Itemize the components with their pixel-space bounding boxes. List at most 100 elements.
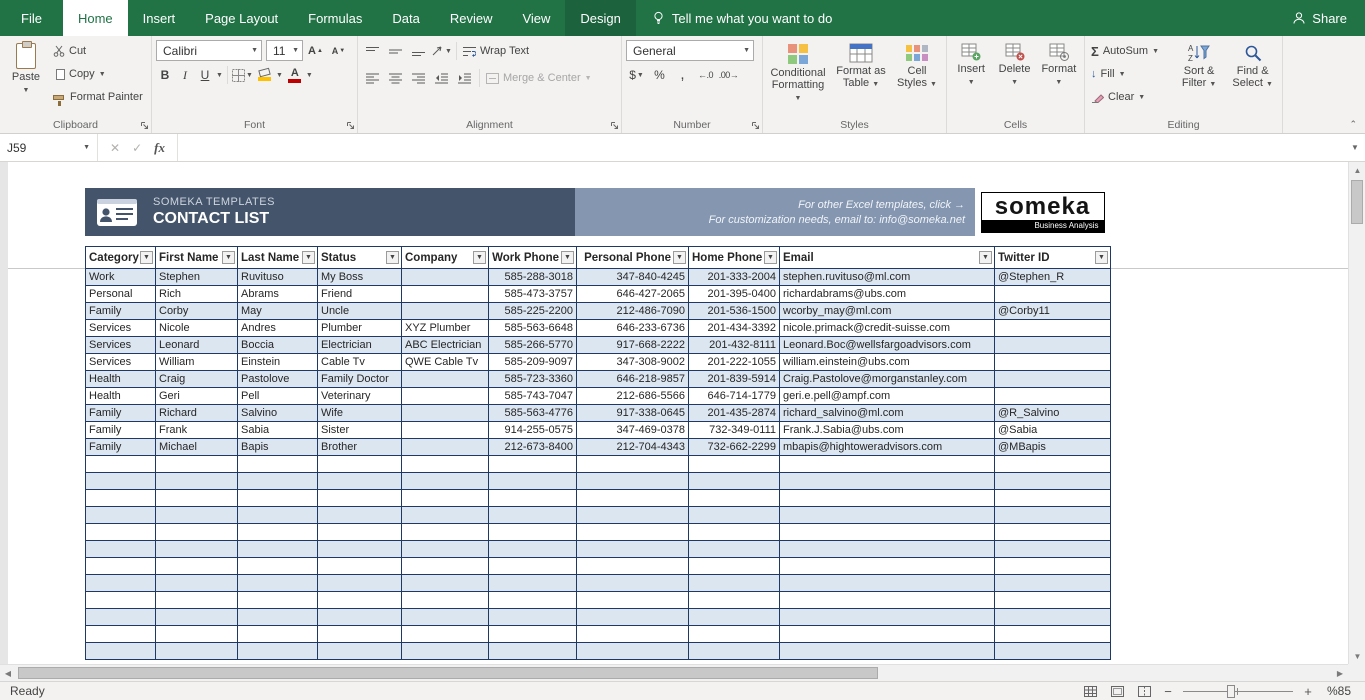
table-cell[interactable] bbox=[155, 574, 238, 592]
table-cell[interactable] bbox=[401, 387, 489, 405]
name-box-dropdown-arrow[interactable]: ▼ bbox=[83, 144, 90, 151]
table-cell[interactable] bbox=[401, 489, 489, 507]
table-cell[interactable] bbox=[688, 574, 780, 592]
scroll-left-arrow[interactable]: ◀ bbox=[0, 665, 16, 682]
table-cell[interactable]: Family bbox=[85, 421, 156, 439]
filter-button[interactable]: ▼ bbox=[222, 251, 235, 264]
conditional-formatting-button[interactable]: Conditional Formatting ▼ bbox=[767, 40, 829, 115]
table-cell[interactable]: Boccia bbox=[237, 336, 318, 354]
table-cell[interactable] bbox=[317, 489, 402, 507]
table-cell[interactable] bbox=[401, 404, 489, 422]
table-cell[interactable]: @MBapis bbox=[994, 438, 1111, 456]
table-cell[interactable] bbox=[779, 540, 995, 558]
filter-button[interactable]: ▼ bbox=[386, 251, 399, 264]
cancel-formula-button[interactable]: ✕ bbox=[110, 141, 120, 155]
accounting-format-button[interactable]: $ ▼ bbox=[626, 65, 647, 85]
table-cell[interactable] bbox=[155, 591, 238, 609]
insert-dropdown-arrow[interactable]: ▼ bbox=[968, 77, 975, 89]
table-cell[interactable] bbox=[155, 540, 238, 558]
wrap-text-button[interactable]: Wrap Text bbox=[461, 40, 531, 62]
merge-center-button[interactable]: Merge & Center ▼ bbox=[484, 67, 594, 89]
table-cell[interactable]: 212-486-7090 bbox=[576, 302, 689, 320]
increase-decimal-button[interactable]: ←.0 bbox=[695, 65, 716, 85]
tab-data[interactable]: Data bbox=[377, 0, 434, 36]
table-cell[interactable] bbox=[779, 557, 995, 575]
table-cell[interactable] bbox=[994, 574, 1111, 592]
table-cell[interactable]: Veterinary bbox=[317, 387, 402, 405]
cut-button[interactable]: Cut bbox=[51, 40, 145, 62]
table-cell[interactable] bbox=[576, 591, 689, 609]
table-cell[interactable] bbox=[85, 591, 156, 609]
table-cell[interactable] bbox=[85, 557, 156, 575]
table-cell[interactable] bbox=[488, 540, 577, 558]
filter-button[interactable]: ▼ bbox=[302, 251, 315, 264]
table-cell[interactable]: mbapis@hightoweradvisors.com bbox=[779, 438, 995, 456]
scroll-right-arrow[interactable]: ▶ bbox=[1332, 665, 1348, 682]
table-cell[interactable] bbox=[779, 489, 995, 507]
table-cell[interactable]: Cable Tv bbox=[317, 353, 402, 371]
table-cell[interactable]: william.einstein@ubs.com bbox=[779, 353, 995, 371]
table-cell[interactable] bbox=[401, 302, 489, 320]
table-cell[interactable] bbox=[994, 353, 1111, 371]
vertical-scrollbar-thumb[interactable] bbox=[1351, 180, 1363, 224]
table-cell[interactable] bbox=[576, 523, 689, 541]
table-cell[interactable] bbox=[488, 523, 577, 541]
table-cell[interactable]: @Corby11 bbox=[994, 302, 1111, 320]
table-cell[interactable]: Pell bbox=[237, 387, 318, 405]
table-cell[interactable] bbox=[237, 574, 318, 592]
bottom-align-button[interactable] bbox=[408, 41, 429, 61]
table-cell[interactable]: Family bbox=[85, 404, 156, 422]
table-cell[interactable] bbox=[155, 455, 238, 473]
fill-button[interactable]: ↓ Fill ▼ bbox=[1089, 63, 1171, 85]
table-cell[interactable] bbox=[488, 625, 577, 643]
table-cell[interactable] bbox=[401, 438, 489, 456]
table-cell[interactable] bbox=[155, 625, 238, 643]
table-cell[interactable] bbox=[401, 642, 489, 660]
table-cell[interactable]: 201-222-1055 bbox=[688, 353, 780, 371]
table-cell[interactable]: richardabrams@ubs.com bbox=[779, 285, 995, 303]
table-cell[interactable]: 585-288-3018 bbox=[488, 268, 577, 286]
borders-button[interactable]: ▼ bbox=[231, 65, 253, 85]
table-cell[interactable]: 212-704-4343 bbox=[576, 438, 689, 456]
page-layout-view-button[interactable] bbox=[1108, 683, 1126, 699]
table-cell[interactable] bbox=[401, 540, 489, 558]
table-cell[interactable] bbox=[576, 642, 689, 660]
fill-color-button[interactable]: ▼ bbox=[255, 65, 283, 85]
number-dialog-launcher[interactable] bbox=[751, 121, 760, 130]
table-cell[interactable]: 585-209-9097 bbox=[488, 353, 577, 371]
table-cell[interactable]: wcorby_may@ml.com bbox=[779, 302, 995, 320]
table-cell[interactable] bbox=[994, 489, 1111, 507]
table-cell[interactable]: May bbox=[237, 302, 318, 320]
table-cell[interactable]: Bapis bbox=[237, 438, 318, 456]
table-cell[interactable]: Geri bbox=[155, 387, 238, 405]
table-cell[interactable] bbox=[994, 336, 1111, 354]
collapse-ribbon-button[interactable]: ⌃ bbox=[1349, 119, 1357, 130]
table-cell[interactable] bbox=[994, 285, 1111, 303]
table-cell[interactable]: 347-308-9002 bbox=[576, 353, 689, 371]
table-cell[interactable]: Richard bbox=[155, 404, 238, 422]
table-cell[interactable]: 347-840-4245 bbox=[576, 268, 689, 286]
filter-button[interactable]: ▼ bbox=[764, 251, 777, 264]
table-cell[interactable] bbox=[155, 472, 238, 490]
table-cell[interactable] bbox=[155, 557, 238, 575]
table-cell[interactable] bbox=[85, 625, 156, 643]
delete-cells-button[interactable]: Delete ▼ bbox=[994, 40, 1034, 115]
table-cell[interactable] bbox=[317, 608, 402, 626]
table-cell[interactable]: Family bbox=[85, 302, 156, 320]
table-cell[interactable] bbox=[488, 591, 577, 609]
table-cell[interactable]: 201-435-2874 bbox=[688, 404, 780, 422]
table-cell[interactable] bbox=[688, 557, 780, 575]
table-cell[interactable] bbox=[85, 574, 156, 592]
table-cell[interactable]: Corby bbox=[155, 302, 238, 320]
table-cell[interactable] bbox=[237, 489, 318, 507]
font-color-button[interactable]: A ▼ bbox=[285, 65, 313, 85]
table-cell[interactable]: 585-225-2200 bbox=[488, 302, 577, 320]
zoom-out-button[interactable]: − bbox=[1162, 684, 1174, 699]
table-cell[interactable]: 212-686-5566 bbox=[576, 387, 689, 405]
table-cell[interactable]: 201-536-1500 bbox=[688, 302, 780, 320]
table-cell[interactable]: 585-743-7047 bbox=[488, 387, 577, 405]
table-cell[interactable] bbox=[576, 557, 689, 575]
worksheet[interactable]: SOMEKA TEMPLATES CONTACT LIST For other … bbox=[8, 162, 1348, 664]
alignment-dialog-launcher[interactable] bbox=[610, 121, 619, 130]
table-cell[interactable] bbox=[237, 506, 318, 524]
